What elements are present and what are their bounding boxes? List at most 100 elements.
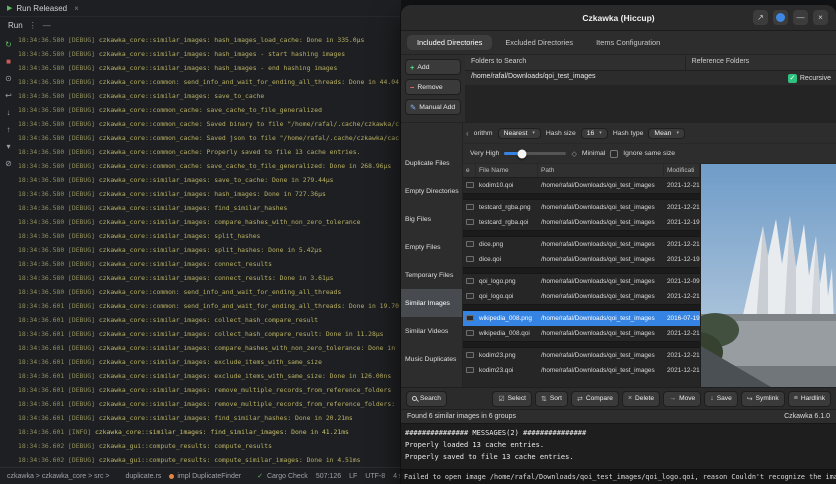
table-row[interactable]: qoi_logo.qoi/home/rafal/Downloads/qoi_te… — [463, 289, 700, 304]
row-checkbox[interactable] — [466, 278, 474, 284]
directory-buttons: + Add − Remove ✎ Manual Add — [401, 55, 465, 122]
delete-button[interactable]: ×Delete — [622, 391, 660, 407]
run-console[interactable]: 18:34:36.580 [DEBUG] czkawka_core::simil… — [18, 33, 399, 467]
kebab-menu-icon[interactable]: ⋮ — [29, 21, 37, 30]
row-checkbox[interactable] — [466, 367, 474, 373]
select-button[interactable]: ☑Select — [492, 391, 532, 407]
accent-button[interactable] — [773, 10, 788, 25]
path-cell: /home/rafal/Downloads/qoi_test_images — [538, 182, 664, 189]
pin-icon[interactable]: ⊙ — [5, 75, 12, 83]
path-cell: /home/rafal/Downloads/qoi_test_images — [538, 256, 664, 263]
console-toolbar: ↻ ■ ⊙ ↩ ↓ ↑ ▾ ⊘ — [0, 36, 17, 464]
sidebar-item-similar-images[interactable]: Similar Images — [401, 289, 462, 317]
hide-panel-icon[interactable]: — — [43, 21, 51, 30]
results-rows[interactable]: kodim10.qoi/home/rafal/Downloads/qoi_tes… — [463, 178, 700, 387]
checkbox-cell — [463, 352, 476, 360]
row-checkbox[interactable] — [466, 256, 474, 262]
row-checkbox[interactable] — [466, 315, 474, 321]
manual-add-button[interactable]: ✎ Manual Add — [405, 99, 461, 115]
close-icon[interactable]: × — [74, 4, 79, 13]
collapse-all-icon[interactable]: ▾ — [6, 143, 10, 151]
ignore-same-size-checkbox[interactable] — [610, 150, 618, 158]
row-checkbox[interactable] — [466, 182, 474, 188]
table-row[interactable]: testcard_rgba.qoi/home/rafal/Downloads/q… — [463, 215, 700, 230]
row-checkbox[interactable] — [466, 330, 474, 336]
messages-box[interactable]: ############### MESSAGES(2) ############… — [401, 423, 836, 469]
table-row[interactable]: testcard_rgba.png/home/rafal/Downloads/q… — [463, 200, 700, 215]
sidebar-item-temporary-files[interactable]: Temporary Files — [401, 261, 462, 289]
table-row[interactable]: qoi_logo.png/home/rafal/Downloads/qoi_te… — [463, 274, 700, 289]
cargo-check-widget[interactable]: ✓ Cargo Check — [257, 472, 308, 480]
row-checkbox[interactable] — [466, 204, 474, 210]
context-label: impl DuplicateFinder — [177, 473, 241, 480]
folders-to-search-header[interactable]: Folders to Search — [465, 55, 686, 70]
stop-icon[interactable]: ■ — [6, 58, 11, 66]
app-version: Czkawka 6.1.0 — [784, 413, 830, 420]
hardlink-button[interactable]: ≡Hardlink — [788, 391, 831, 407]
clear-icon[interactable]: ⊘ — [5, 160, 12, 168]
column-header[interactable]: Modificati — [664, 164, 700, 177]
caret-position[interactable]: 507:126 — [316, 473, 341, 480]
run-tab[interactable]: ▶ Run Released × — [0, 0, 401, 17]
window-minimize-button[interactable]: — — [793, 10, 808, 25]
row-checkbox[interactable] — [466, 352, 474, 358]
window-expand-button[interactable]: ↗ — [753, 10, 768, 25]
tab-items-configuration[interactable]: Items Configuration — [586, 35, 670, 50]
row-checkbox[interactable] — [466, 241, 474, 247]
scroll-up-icon[interactable]: ↑ — [7, 126, 11, 134]
row-checkbox[interactable] — [466, 219, 474, 225]
tab-excluded-directories[interactable]: Excluded Directories — [495, 35, 583, 50]
run-tab-title[interactable]: Run Released — [16, 4, 67, 13]
scroll-down-icon[interactable]: ↓ — [7, 109, 11, 117]
similarity-slider[interactable] — [504, 152, 566, 155]
search-button[interactable]: Search — [406, 391, 447, 407]
line-ending[interactable]: LF — [349, 473, 357, 480]
table-row[interactable]: kodim23.qoi/home/rafal/Downloads/qoi_tes… — [463, 363, 700, 378]
row-checkbox[interactable] — [466, 293, 474, 299]
table-row[interactable]: dice.qoi/home/rafal/Downloads/qoi_test_i… — [463, 252, 700, 267]
save-button[interactable]: ↓Save — [704, 391, 738, 407]
encoding[interactable]: UTF-8 — [365, 473, 385, 480]
table-row[interactable]: wikipedia_008.qoi/home/rafal/Downloads/q… — [463, 326, 700, 341]
diamond-icon: ◇ — [571, 150, 576, 158]
window-close-button[interactable]: × — [813, 10, 828, 25]
sidebar-item-empty-files[interactable]: Empty Files — [401, 233, 462, 261]
sidebar-item-empty-directories[interactable]: Empty Directories — [401, 177, 462, 205]
sidebar-item-similar-videos[interactable]: Similar Videos — [401, 317, 462, 345]
symlink-button[interactable]: ↪Symlink — [741, 391, 785, 407]
soft-wrap-icon[interactable]: ↩ — [5, 92, 12, 100]
slider-handle[interactable] — [517, 149, 526, 158]
column-header[interactable]: Path — [538, 164, 664, 177]
sidebar-item-music-duplicates[interactable]: Music Duplicates — [401, 345, 462, 373]
table-row[interactable]: kodim10.qoi/home/rafal/Downloads/qoi_tes… — [463, 178, 700, 193]
reference-folders-header[interactable]: Reference Folders — [686, 55, 836, 70]
add-directory-button[interactable]: + Add — [405, 59, 461, 75]
column-header[interactable]: e — [463, 164, 476, 177]
sidebar-item-duplicate-files[interactable]: Duplicate Files — [401, 149, 462, 177]
sidebar-item-big-files[interactable]: Big Files — [401, 205, 462, 233]
sort-button[interactable]: ⇅Sort — [535, 391, 568, 407]
resize-algorithm-select[interactable]: Nearest ▾ — [498, 128, 541, 139]
remove-directory-button[interactable]: − Remove — [405, 79, 461, 95]
move-button[interactable]: →Move — [663, 391, 701, 407]
breadcrumb-file[interactable]: duplicate.rs — [126, 473, 162, 480]
rerun-icon[interactable]: ↻ — [5, 41, 12, 49]
tab-included-directories[interactable]: Included Directories — [407, 35, 492, 50]
column-header[interactable]: File Name — [476, 164, 538, 177]
compare-icon: ⇄ — [577, 395, 583, 403]
compare-button[interactable]: ⇄Compare — [571, 391, 619, 407]
table-row[interactable]: wikipedia_008.png/home/rafal/Downloads/q… — [463, 311, 700, 326]
similarity-level-label: Very High — [470, 150, 499, 157]
table-row[interactable]: dice.png/home/rafal/Downloads/qoi_test_i… — [463, 237, 700, 252]
indent-style[interactable]: 4 spaces — [393, 473, 401, 480]
hash-size-select[interactable]: 16 ▾ — [581, 128, 608, 139]
chevron-left-icon[interactable]: ‹ — [466, 129, 469, 138]
context-widget[interactable]: impl DuplicateFinder — [169, 473, 241, 480]
breadcrumb[interactable]: czkawka > czkawka_core > src > — [7, 473, 110, 480]
table-row[interactable]: kodim23.png/home/rafal/Downloads/qoi_tes… — [463, 348, 700, 363]
directory-row[interactable]: /home/rafal/Downloads/qoi_test_images — [465, 71, 836, 85]
path-cell: /home/rafal/Downloads/qoi_test_images — [538, 204, 664, 211]
recursive-checkbox[interactable]: ✓ Recursive — [788, 74, 831, 83]
headerbar[interactable]: Czkawka (Hiccup) ↗ — × — [401, 5, 836, 31]
hash-type-select[interactable]: Mean ▾ — [648, 128, 685, 139]
